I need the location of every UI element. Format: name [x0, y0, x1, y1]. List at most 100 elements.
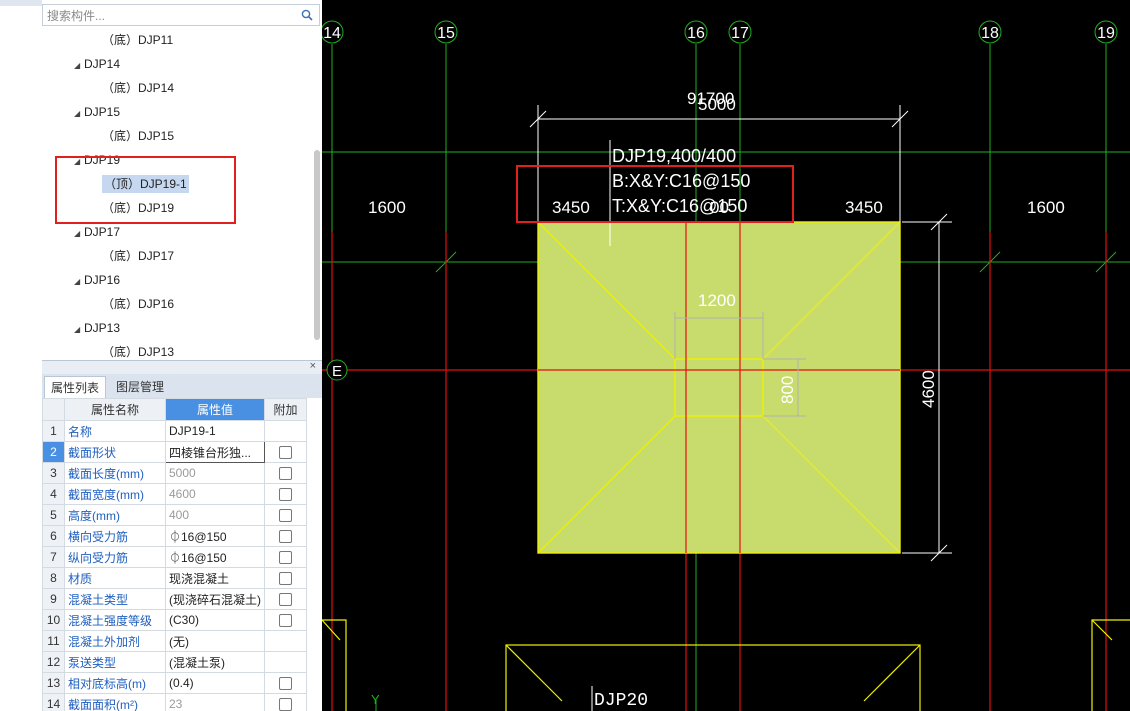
extra-checkbox[interactable]	[279, 614, 292, 628]
cad-canvas[interactable]: 14 15 16 17 18 19 91700 5000 1600 3450 00 345…	[322, 0, 1130, 711]
tree-leaf-row[interactable]: （底）DJP15	[102, 124, 174, 148]
property-row[interactable]: 6 横向受力筋 ⏀16@150	[42, 525, 307, 547]
property-value[interactable]: (0.4)	[165, 672, 265, 694]
property-value[interactable]: (混凝土泵)	[165, 651, 265, 673]
property-value[interactable]: (无)	[165, 630, 265, 652]
expand-arrow-icon[interactable]: ◢	[74, 102, 84, 126]
axis-bubble-18: 18	[978, 20, 1002, 44]
tree-item-label: （底）DJP16	[102, 297, 175, 311]
expand-arrow-icon[interactable]: ◢	[74, 222, 84, 246]
property-value[interactable]: 4600	[165, 483, 265, 505]
row-index: 14	[42, 693, 65, 711]
search-icon[interactable]	[301, 9, 313, 21]
annotation-line-1: DJP19,400/400	[612, 146, 736, 166]
property-row[interactable]: 14 截面面积(m²) 23	[42, 693, 307, 711]
extra-checkbox[interactable]	[279, 551, 292, 565]
axis-bubbles: 14 15 16 17 18 19	[322, 20, 1118, 44]
footing-annotation[interactable]: DJP19,400/400 B:X&Y:C16@150 T:X&Y:C16@15…	[612, 146, 750, 216]
tree-leaf-row[interactable]: （底）DJP17	[102, 244, 174, 268]
property-row[interactable]: 10 混凝土强度等级 (C30)	[42, 609, 307, 631]
adjacent-footings	[322, 619, 1130, 711]
search-box[interactable]	[42, 4, 320, 26]
property-value[interactable]: 5000	[165, 462, 265, 484]
property-row[interactable]: 5 高度(mm) 400	[42, 504, 307, 526]
property-tabs: 属性列表 图层管理	[42, 374, 322, 399]
property-row[interactable]: 8 材质 现浇混凝土	[42, 567, 307, 589]
ucs-y-label: Y	[371, 692, 380, 707]
tree-scrollbar[interactable]	[314, 150, 320, 340]
tab-properties[interactable]: 属性列表	[44, 376, 107, 398]
extra-checkbox[interactable]	[279, 698, 292, 711]
extra-checkbox[interactable]	[279, 572, 292, 586]
tree-leaf-row[interactable]: （底）DJP16	[102, 292, 174, 316]
extra-checkbox[interactable]	[279, 488, 292, 502]
tree-group-row[interactable]: ◢ DJP16	[74, 268, 120, 292]
property-name: 混凝土外加剂	[64, 630, 166, 652]
property-row[interactable]: 1 名称 DJP19-1	[42, 420, 307, 442]
property-name: 混凝土类型	[64, 588, 166, 610]
property-value[interactable]: 400	[165, 504, 265, 526]
property-name: 截面宽度(mm)	[64, 483, 166, 505]
footing-djp19-1[interactable]	[537, 221, 901, 554]
property-row[interactable]: 7 纵向受力筋 ⏀16@150	[42, 546, 307, 568]
axis-bubble-label: 14	[323, 25, 341, 42]
property-row[interactable]: 3 截面长度(mm) 5000	[42, 462, 307, 484]
strip-top-tick	[0, 0, 42, 6]
property-row[interactable]: 11 混凝土外加剂 (无)	[42, 630, 307, 652]
extra-cell	[264, 588, 307, 610]
tree-leaf-row[interactable]: （底）DJP11	[102, 28, 173, 52]
expand-arrow-icon[interactable]: ◢	[74, 54, 84, 78]
axis-bubble-label: 16	[687, 25, 705, 42]
search-input[interactable]	[45, 6, 299, 26]
row-index: 4	[42, 483, 65, 505]
property-value[interactable]: (现浇碎石混凝土)	[165, 588, 265, 610]
property-value[interactable]: 23	[165, 693, 265, 711]
axis-e-bubble: E	[326, 359, 348, 381]
tree-group-row[interactable]: ◢ DJP13	[74, 316, 120, 340]
property-value[interactable]: 四棱锥台形独...	[165, 441, 265, 463]
property-value[interactable]: 现浇混凝土	[165, 567, 265, 589]
expand-arrow-icon[interactable]: ◢	[74, 318, 84, 342]
expand-arrow-icon[interactable]: ◢	[74, 270, 84, 294]
property-name: 截面形状	[64, 441, 166, 463]
tree-leaf-row[interactable]: （底）DJP13	[102, 340, 174, 360]
property-value[interactable]: ⏀16@150	[165, 546, 265, 568]
extra-checkbox[interactable]	[279, 593, 292, 607]
tree-leaf-row[interactable]: （底）DJP14	[102, 76, 174, 100]
axis-e-label: E	[332, 363, 342, 380]
extra-checkbox[interactable]	[279, 467, 292, 481]
extra-checkbox[interactable]	[279, 509, 292, 523]
ucs-y-icon: Y	[371, 692, 380, 711]
row-index: 12	[42, 651, 65, 673]
cad-drawing[interactable]: 14 15 16 17 18 19 91700 5000 1600 3450 00 345…	[322, 0, 1130, 711]
property-row[interactable]: 12 泵送类型 (混凝土泵)	[42, 651, 307, 673]
extra-checkbox[interactable]	[279, 446, 292, 460]
tab-layers[interactable]: 图层管理	[110, 376, 170, 398]
close-icon[interactable]: ×	[310, 360, 316, 372]
row-index: 7	[42, 546, 65, 568]
dim-right-outer: 1600	[1027, 198, 1065, 217]
axis-bubble-label: 19	[1097, 25, 1115, 42]
dim-left-outer: 1600	[368, 198, 406, 217]
property-row[interactable]: 9 混凝土类型 (现浇碎石混凝土)	[42, 588, 307, 610]
property-name: 高度(mm)	[64, 504, 166, 526]
extra-cell	[264, 483, 307, 505]
tree-group-row[interactable]: ◢ DJP14	[74, 52, 120, 76]
property-value[interactable]: DJP19-1	[165, 420, 265, 442]
tree-item-label: （底）DJP14	[102, 81, 175, 95]
extra-checkbox[interactable]	[279, 530, 292, 544]
property-value[interactable]: (C30)	[165, 609, 265, 631]
header-property-name: 属性名称	[64, 398, 166, 421]
axis-bubble-19: 19	[1094, 20, 1118, 44]
property-row[interactable]: 13 相对底标高(m) (0.4)	[42, 672, 307, 694]
panel-splitter[interactable]: ×	[42, 360, 322, 374]
property-row[interactable]: 2 截面形状 四棱锥台形独...	[42, 441, 307, 463]
extra-checkbox[interactable]	[279, 677, 292, 691]
tree-group-row[interactable]: ◢ DJP15	[74, 100, 120, 124]
row-index: 2	[42, 441, 65, 463]
property-row[interactable]: 4 截面宽度(mm) 4600	[42, 483, 307, 505]
property-name: 混凝土强度等级	[64, 609, 166, 631]
property-value[interactable]: ⏀16@150	[165, 525, 265, 547]
tree-item-label: DJP15	[84, 105, 121, 119]
tree-item-label: （底）DJP11	[102, 33, 174, 47]
